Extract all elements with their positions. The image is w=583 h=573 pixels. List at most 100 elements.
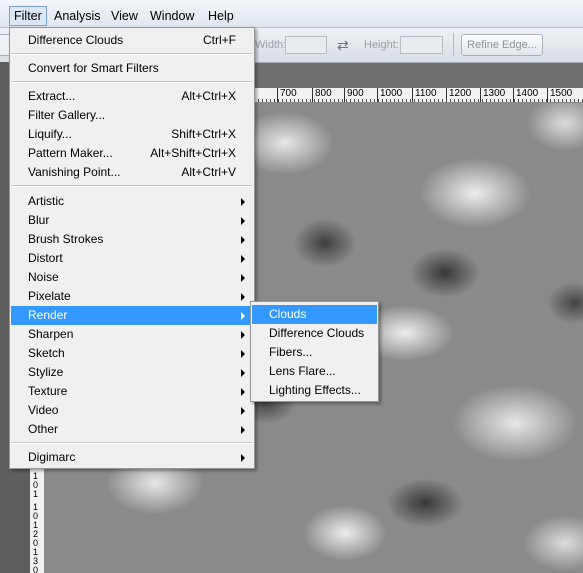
ruler-minor-tick bbox=[474, 99, 475, 102]
ruler-minor-tick bbox=[378, 99, 379, 102]
ruler-minor-tick bbox=[330, 99, 331, 102]
submenu-arrow-icon bbox=[241, 369, 245, 377]
menu-analysis[interactable]: Analysis bbox=[50, 7, 105, 25]
menu-item-filter-gallery[interactable]: Filter Gallery... bbox=[11, 106, 253, 125]
menu-item-blur[interactable]: Blur bbox=[11, 211, 253, 230]
submenu-item-clouds[interactable]: Clouds bbox=[252, 305, 377, 324]
ruler-minor-tick bbox=[526, 99, 527, 102]
ruler-minor-tick bbox=[326, 99, 327, 102]
menu-separator bbox=[11, 53, 252, 55]
ruler-minor-tick bbox=[382, 99, 383, 102]
ruler-minor-tick bbox=[522, 99, 523, 102]
submenu-item-lens-flare[interactable]: Lens Flare... bbox=[252, 362, 377, 381]
ruler-minor-tick bbox=[478, 99, 479, 102]
ruler-minor-tick bbox=[314, 99, 315, 102]
menu-item-render[interactable]: Render bbox=[11, 306, 253, 325]
menu-item-liquify[interactable]: Liquify... Shift+Ctrl+X bbox=[11, 125, 253, 144]
menu-item-vanishing-point[interactable]: Vanishing Point... Alt+Ctrl+V bbox=[11, 163, 253, 182]
menu-item-convert-smart-filters[interactable]: Convert for Smart Filters bbox=[11, 59, 253, 78]
menu-item-label: Sharpen bbox=[28, 327, 74, 341]
ruler-minor-tick bbox=[258, 99, 259, 102]
ruler-minor-tick bbox=[410, 99, 411, 102]
menu-item-digimarc[interactable]: Digimarc bbox=[11, 448, 253, 467]
menu-item-label: Brush Strokes bbox=[28, 232, 104, 246]
menu-separator bbox=[11, 442, 252, 444]
submenu-item-lighting-effects[interactable]: Lighting Effects... bbox=[252, 381, 377, 400]
menu-item-label: Lighting Effects... bbox=[269, 383, 361, 397]
menu-item-noise[interactable]: Noise bbox=[11, 268, 253, 287]
submenu-arrow-icon bbox=[241, 293, 245, 301]
menu-item-video[interactable]: Video bbox=[11, 401, 253, 420]
menu-item-label: Video bbox=[28, 403, 59, 417]
height-field[interactable] bbox=[400, 36, 443, 54]
menu-item-other[interactable]: Other bbox=[11, 420, 253, 439]
menu-item-shortcut: Alt+Ctrl+X bbox=[181, 89, 236, 103]
horizontal-ruler: 700 800 900 1000 1100 1200 1300 1400 150… bbox=[250, 88, 583, 103]
ruler-minor-tick bbox=[554, 99, 555, 102]
ruler-minor-tick bbox=[302, 99, 303, 102]
submenu-item-difference-clouds[interactable]: Difference Clouds bbox=[252, 324, 377, 343]
menu-item-sharpen[interactable]: Sharpen bbox=[11, 325, 253, 344]
menu-item-label: Noise bbox=[28, 270, 59, 284]
ruler-minor-tick bbox=[286, 99, 287, 102]
ruler-minor-tick bbox=[518, 99, 519, 102]
submenu-arrow-icon bbox=[241, 236, 245, 244]
width-field[interactable] bbox=[285, 36, 327, 54]
submenu-arrow-icon bbox=[241, 312, 245, 320]
submenu-arrow-icon bbox=[241, 454, 245, 462]
menu-item-extract[interactable]: Extract... Alt+Ctrl+X bbox=[11, 87, 253, 106]
menu-item-label: Difference Clouds bbox=[28, 33, 124, 47]
ruler-minor-tick bbox=[430, 99, 431, 102]
menu-filter[interactable]: Filter bbox=[9, 6, 47, 26]
submenu-item-fibers[interactable]: Fibers... bbox=[252, 343, 377, 362]
ruler-minor-tick bbox=[490, 99, 491, 102]
ruler-minor-tick bbox=[398, 99, 399, 102]
render-submenu: Clouds Difference Clouds Fibers... Lens … bbox=[250, 301, 379, 402]
ruler-minor-tick bbox=[414, 99, 415, 102]
menu-item-label: Render bbox=[28, 308, 68, 322]
ruler-minor-tick bbox=[446, 99, 447, 102]
menu-item-artistic[interactable]: Artistic bbox=[11, 192, 253, 211]
ruler-minor-tick bbox=[294, 99, 295, 102]
refine-edge-button[interactable]: Refine Edge... bbox=[461, 34, 543, 56]
ruler-minor-tick bbox=[574, 99, 575, 102]
menu-separator bbox=[11, 81, 252, 83]
ruler-minor-tick bbox=[322, 99, 323, 102]
menu-item-shortcut: Alt+Ctrl+V bbox=[181, 165, 236, 179]
menu-item-label: Lens Flare... bbox=[269, 364, 336, 378]
ruler-minor-tick bbox=[342, 99, 343, 102]
ruler-digit: 1 bbox=[33, 489, 39, 499]
swap-arrows-icon[interactable]: ⇄ bbox=[337, 37, 349, 54]
menu-item-distort[interactable]: Distort bbox=[11, 249, 253, 268]
ruler-minor-tick bbox=[346, 99, 347, 102]
ruler-minor-tick bbox=[470, 99, 471, 102]
ruler-label: 1100 bbox=[412, 88, 437, 102]
submenu-arrow-icon bbox=[241, 331, 245, 339]
menu-item-label: Blur bbox=[28, 213, 50, 227]
ruler-minor-tick bbox=[494, 99, 495, 102]
menu-item-label: Clouds bbox=[269, 307, 307, 321]
menu-item-label: Stylize bbox=[28, 365, 64, 379]
menu-bar: Filter Analysis View Window Help bbox=[0, 0, 583, 28]
menu-item-label: Pattern Maker... bbox=[28, 146, 113, 160]
submenu-arrow-icon bbox=[241, 255, 245, 263]
menu-view[interactable]: View bbox=[107, 7, 142, 25]
menu-item-label: Artistic bbox=[28, 194, 64, 208]
menu-item-texture[interactable]: Texture bbox=[11, 382, 253, 401]
menu-item-pixelate[interactable]: Pixelate bbox=[11, 287, 253, 306]
ruler-minor-tick bbox=[450, 99, 451, 102]
submenu-arrow-icon bbox=[241, 217, 245, 225]
ruler-minor-tick bbox=[318, 99, 319, 102]
filter-menu: Difference Clouds Ctrl+F Convert for Sma… bbox=[9, 27, 255, 469]
menu-item-stylize[interactable]: Stylize bbox=[11, 363, 253, 382]
ruler-minor-tick bbox=[270, 99, 271, 102]
menu-help[interactable]: Help bbox=[204, 7, 238, 25]
menu-item-label: Liquify... bbox=[28, 127, 72, 141]
menu-item-last-filter[interactable]: Difference Clouds Ctrl+F bbox=[11, 31, 253, 50]
menu-item-shortcut: Alt+Shift+Ctrl+X bbox=[150, 146, 236, 160]
ruler-minor-tick bbox=[550, 99, 551, 102]
menu-window[interactable]: Window bbox=[146, 7, 198, 25]
menu-item-pattern-maker[interactable]: Pattern Maker... Alt+Shift+Ctrl+X bbox=[11, 144, 253, 163]
menu-item-brush-strokes[interactable]: Brush Strokes bbox=[11, 230, 253, 249]
menu-item-sketch[interactable]: Sketch bbox=[11, 344, 253, 363]
